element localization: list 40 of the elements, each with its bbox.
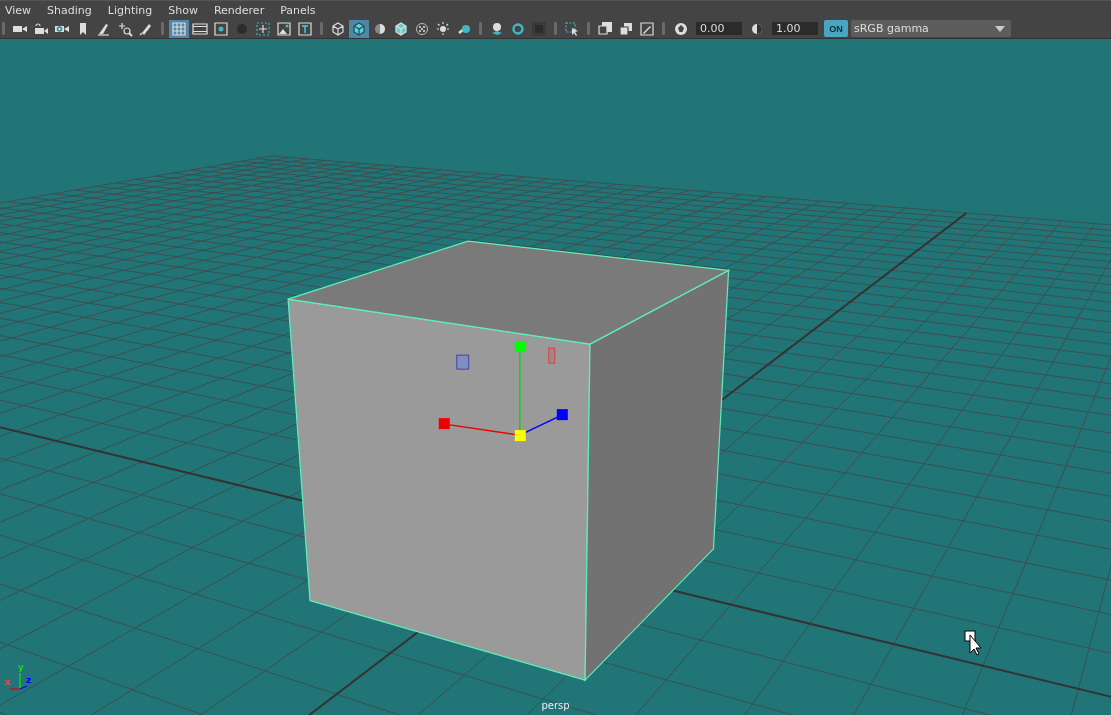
ring-icon [510, 20, 526, 37]
menu-item[interactable]: View [4, 3, 39, 17]
camera-name-label: persp [541, 700, 570, 711]
x-axis-label: x [5, 678, 11, 687]
dot-square-icon [213, 20, 229, 37]
pen-square-icon [639, 20, 655, 37]
z-axis-label: z [26, 676, 32, 685]
color-management-toggle[interactable]: ON [824, 20, 848, 38]
pen-square-button[interactable] [637, 19, 657, 38]
shaded-cube-icon [351, 20, 367, 37]
cursor-icon [964, 630, 982, 656]
overlap-squares-button[interactable] [595, 19, 615, 38]
wire-shaded-cube-icon [393, 20, 409, 37]
tiled-sphere-icon [414, 20, 430, 37]
menu-item[interactable]: Panels [279, 3, 323, 17]
y-axis-label: y [18, 663, 24, 672]
aperture-icon[interactable] [673, 20, 689, 37]
grid-icon [171, 20, 187, 37]
move-manipulator[interactable] [438, 341, 568, 442]
exposure-field[interactable]: 0.00 [696, 22, 742, 36]
text-square-button[interactable] [295, 19, 315, 38]
menu-item[interactable]: Show [167, 3, 205, 17]
menu-item[interactable]: Shading [46, 3, 99, 17]
magnifier-icon [117, 20, 133, 37]
gamma-field[interactable]: 1.00 [772, 22, 818, 36]
film-icon [192, 20, 208, 37]
view-transform-dropdown[interactable]: sRGB gamma [851, 20, 1011, 38]
menu-item[interactable]: Renderer [212, 3, 272, 17]
image-square-icon [276, 20, 292, 37]
select-arrow-icon [564, 20, 580, 37]
camera-lock-icon [33, 20, 49, 37]
wire-cube-icon [330, 20, 346, 37]
menu-item[interactable]: Lighting [106, 3, 160, 17]
dashed-square-icon [255, 20, 271, 37]
dashed-square-button[interactable] [253, 19, 273, 38]
dot-square-button[interactable] [211, 19, 231, 38]
bulb-icon [435, 20, 451, 37]
text-square-icon [297, 20, 313, 37]
caret-icon [995, 25, 1005, 32]
image-square-button[interactable] [274, 19, 294, 38]
